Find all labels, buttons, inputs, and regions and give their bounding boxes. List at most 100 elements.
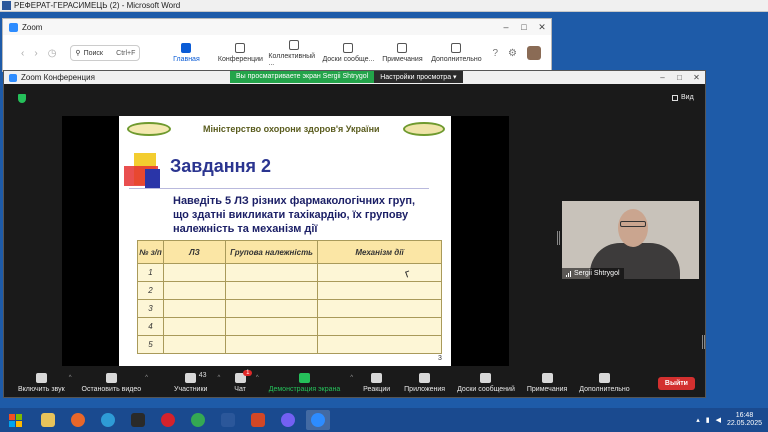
view-settings-label: Настройки просмотра bbox=[380, 74, 452, 81]
more-dots-icon bbox=[451, 43, 462, 53]
meeting-window-controls: – □ ✕ bbox=[654, 73, 705, 82]
table-row: 2 bbox=[137, 281, 442, 300]
taskbar-file-explorer[interactable] bbox=[36, 410, 60, 430]
word-window-title: РЕФЕРАТ-ГЕРАСИМЕЦЬ (2) - Microsoft Word bbox=[14, 1, 181, 10]
participants-caret-icon[interactable]: ^ bbox=[217, 375, 220, 381]
panel-resize-handle-right[interactable] bbox=[702, 335, 705, 349]
maximize-icon[interactable]: □ bbox=[671, 73, 688, 82]
video-options-caret-icon[interactable]: ^ bbox=[145, 375, 148, 381]
view-button[interactable]: Вид bbox=[672, 94, 694, 101]
taskbar-zoom[interactable] bbox=[306, 410, 330, 430]
share-screen-label: Демонстрация экрана bbox=[268, 386, 341, 393]
minimize-icon[interactable]: – bbox=[497, 22, 515, 33]
reactions-button[interactable]: Реакции bbox=[363, 373, 390, 393]
table-row: 4 bbox=[137, 317, 442, 336]
tab-meetings[interactable]: Конференции bbox=[214, 43, 266, 63]
tab-more[interactable]: Дополнительно bbox=[430, 43, 482, 63]
clock[interactable]: 16:48 22.05.2025 bbox=[727, 412, 762, 428]
slide-table: № з/п ЛЗ Групова належність Механізм дії… bbox=[137, 240, 442, 354]
meeting-window: Zoom Конференция – □ ✕ Вы просматриваете… bbox=[3, 70, 706, 398]
search-input[interactable]: ⚲ Поиск Ctrl+F bbox=[70, 45, 141, 61]
close-icon[interactable]: ✕ bbox=[688, 73, 705, 82]
panel-resize-handle[interactable] bbox=[557, 231, 560, 245]
view-settings-button[interactable]: Настройки просмотра ▾ bbox=[374, 71, 463, 83]
firefox-icon bbox=[71, 413, 85, 427]
decor-square-blue bbox=[145, 169, 160, 189]
tab-home[interactable]: Главная bbox=[160, 43, 212, 63]
back-arrow-icon[interactable]: ‹ bbox=[21, 48, 24, 59]
apps-icon bbox=[419, 373, 431, 383]
zoom-main-right-icons: ? ⚙ bbox=[492, 46, 551, 60]
column-header: Механізм дії bbox=[317, 240, 442, 264]
zoom-logo-icon bbox=[9, 22, 18, 32]
taskbar-media[interactable] bbox=[126, 410, 150, 430]
table-row: 3 bbox=[137, 299, 442, 318]
leave-button[interactable]: Выйти bbox=[657, 376, 695, 390]
audio-options-caret-icon[interactable]: ^ bbox=[69, 375, 72, 381]
participant-name: Sergii Shtrygol bbox=[574, 270, 620, 277]
smiley-icon bbox=[371, 373, 383, 383]
stop-video-button[interactable]: Остановить видео bbox=[82, 373, 141, 393]
tab-notes[interactable]: Примечания bbox=[376, 43, 428, 63]
participant-video[interactable]: Sergii Shtrygol bbox=[562, 201, 699, 279]
column-header: ЛЗ bbox=[163, 240, 226, 264]
notes-icon bbox=[541, 373, 553, 383]
university-emblem-right bbox=[403, 122, 445, 136]
unmute-button[interactable]: Включить звук bbox=[18, 373, 65, 393]
close-icon[interactable]: ✕ bbox=[533, 22, 551, 33]
view-label: Вид bbox=[681, 94, 694, 101]
help-icon[interactable]: ? bbox=[492, 48, 498, 59]
taskbar-edge[interactable] bbox=[96, 410, 120, 430]
taskbar-firefox[interactable] bbox=[66, 410, 90, 430]
taskbar-powerpoint[interactable] bbox=[246, 410, 270, 430]
chat-button[interactable]: 1 Чат bbox=[234, 370, 253, 393]
tab-whiteboards[interactable]: Доски сообще... bbox=[322, 43, 374, 63]
tray-arrow-icon[interactable]: ▴ bbox=[696, 416, 700, 424]
shield-icon[interactable] bbox=[18, 94, 26, 103]
university-emblem-left bbox=[127, 122, 171, 136]
network-icon[interactable]: ▮ bbox=[706, 416, 710, 424]
taskbar-viber[interactable] bbox=[276, 410, 300, 430]
apps-button[interactable]: Приложения bbox=[404, 373, 445, 393]
maximize-icon[interactable]: □ bbox=[515, 22, 533, 33]
minimize-icon[interactable]: – bbox=[654, 73, 671, 82]
calendar-icon bbox=[235, 43, 246, 53]
windows-taskbar: ▴ ▮ ◀ 16:48 22.05.2025 bbox=[0, 408, 768, 432]
muted-microphone-icon bbox=[35, 373, 47, 383]
row-number: 2 bbox=[137, 281, 164, 300]
zoom-main-window: Zoom – □ ✕ ‹ › ◷ ⚲ Поиск Ctrl+F Главная … bbox=[2, 18, 552, 72]
start-button[interactable] bbox=[0, 409, 30, 431]
settings-icon[interactable]: ⚙ bbox=[508, 48, 517, 59]
more-label: Дополнительно bbox=[579, 386, 630, 393]
taskbar-opera[interactable] bbox=[156, 410, 180, 430]
word-icon bbox=[221, 413, 235, 427]
column-header: № з/п bbox=[137, 240, 164, 264]
avatar[interactable] bbox=[527, 46, 541, 60]
more-button[interactable]: Дополнительно bbox=[579, 373, 630, 393]
signal-bars-icon bbox=[566, 270, 571, 277]
share-screen-button[interactable]: Демонстрация экрана bbox=[268, 373, 341, 393]
notes-label: Примечания bbox=[526, 386, 568, 393]
tab-team-chat[interactable]: Коллективный ... bbox=[268, 39, 320, 67]
taskbar-word[interactable] bbox=[216, 410, 240, 430]
tab-whiteboards-label: Доски сообще... bbox=[322, 56, 375, 63]
history-icon[interactable]: ◷ bbox=[48, 48, 57, 59]
column-header: Групова належність bbox=[225, 240, 318, 264]
system-tray: ▴ ▮ ◀ 16:48 22.05.2025 bbox=[696, 412, 768, 428]
zoom-main-title: Zoom bbox=[22, 22, 43, 32]
taskbar-chrome[interactable] bbox=[186, 410, 210, 430]
volume-icon[interactable]: ◀ bbox=[716, 416, 721, 424]
slide-question: Наведіть 5 ЛЗ різних фармакологічних гру… bbox=[173, 195, 416, 235]
participants-icon bbox=[185, 373, 197, 383]
chat-caret-icon[interactable]: ^ bbox=[256, 375, 259, 381]
participant-name-tag: Sergii Shtrygol bbox=[562, 268, 624, 279]
share-caret-icon[interactable]: ^ bbox=[350, 375, 353, 381]
search-icon: ⚲ bbox=[75, 50, 81, 57]
unmute-label: Включить звук bbox=[18, 386, 65, 393]
opera-icon bbox=[161, 413, 175, 427]
chat-label: Чат bbox=[234, 386, 246, 393]
whiteboards-button[interactable]: Доски сообщений bbox=[457, 373, 515, 393]
participants-button[interactable]: 43 Участники bbox=[174, 372, 207, 393]
forward-arrow-icon[interactable]: › bbox=[34, 48, 37, 59]
notes-button[interactable]: Примечания bbox=[527, 373, 567, 393]
